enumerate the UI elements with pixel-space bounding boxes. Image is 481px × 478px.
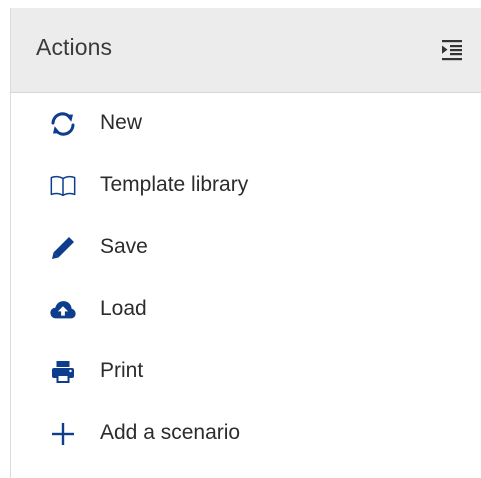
actions-panel: Actions New Template library Save Load P… [10, 8, 481, 478]
menu-item-label: Add a scenario [100, 421, 241, 444]
menu-item-add-scenario[interactable]: Add a scenario [11, 403, 481, 465]
menu-item-print[interactable]: Print [11, 341, 481, 403]
pencil-icon [49, 234, 77, 262]
menu-item-label: Print [100, 359, 144, 382]
actions-header: Actions [11, 8, 481, 93]
collapse-panel-button[interactable] [439, 38, 465, 62]
panel-title: Actions [36, 34, 113, 60]
printer-icon [49, 358, 77, 386]
menu-item-label: Load [100, 297, 147, 320]
plus-icon [49, 420, 77, 448]
cloud-upload-icon [49, 296, 77, 324]
actions-menu: New Template library Save Load Print Add… [11, 93, 481, 465]
book-icon [49, 172, 77, 200]
menu-item-load[interactable]: Load [11, 279, 481, 341]
indent-collapse-icon [442, 40, 462, 61]
menu-item-save[interactable]: Save [11, 217, 481, 279]
menu-item-label: Save [100, 235, 148, 258]
menu-item-label: Template library [100, 173, 249, 196]
menu-item-template-library[interactable]: Template library [11, 155, 481, 217]
refresh-icon [49, 110, 77, 138]
menu-item-label: New [100, 111, 143, 134]
menu-item-new[interactable]: New [11, 93, 481, 155]
